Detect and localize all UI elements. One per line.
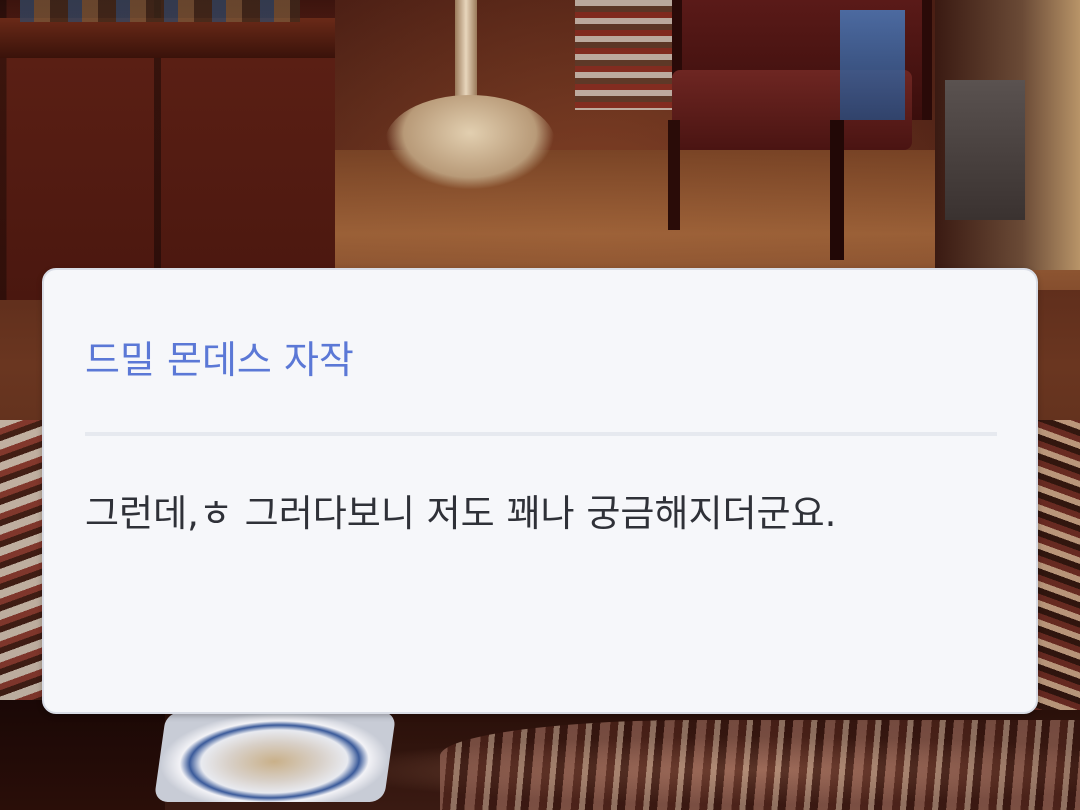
coat-stand-pole (455, 0, 477, 110)
rug-pattern (440, 720, 1080, 810)
porcelain-dish (153, 712, 397, 802)
chair-leg (668, 120, 680, 230)
cabinet-top (0, 18, 335, 58)
rug-left (0, 420, 45, 720)
rug-right (1035, 420, 1080, 720)
right-box (945, 80, 1025, 220)
dialogue-box[interactable]: 드밀 몬데스 자작 그런데,ㅎ 그러다보니 저도 꽤나 궁금해지더군요. (42, 268, 1038, 714)
dark-table (0, 700, 165, 810)
chair-leg (830, 120, 844, 260)
game-scene[interactable]: 드밀 몬데스 자작 그런데,ㅎ 그러다보니 저도 꽤나 궁금해지더군요. (0, 0, 1080, 810)
coat-stand-base (385, 95, 555, 190)
speaker-name: 드밀 몬데스 자작 (85, 338, 354, 382)
divider (85, 432, 997, 436)
shelf-items (20, 0, 300, 22)
dialogue-text: 그런데,ㅎ 그러다보니 저도 꽤나 궁금해지더군요. (85, 492, 837, 535)
bookshelf-books (575, 0, 685, 110)
blue-cushion (840, 10, 905, 120)
